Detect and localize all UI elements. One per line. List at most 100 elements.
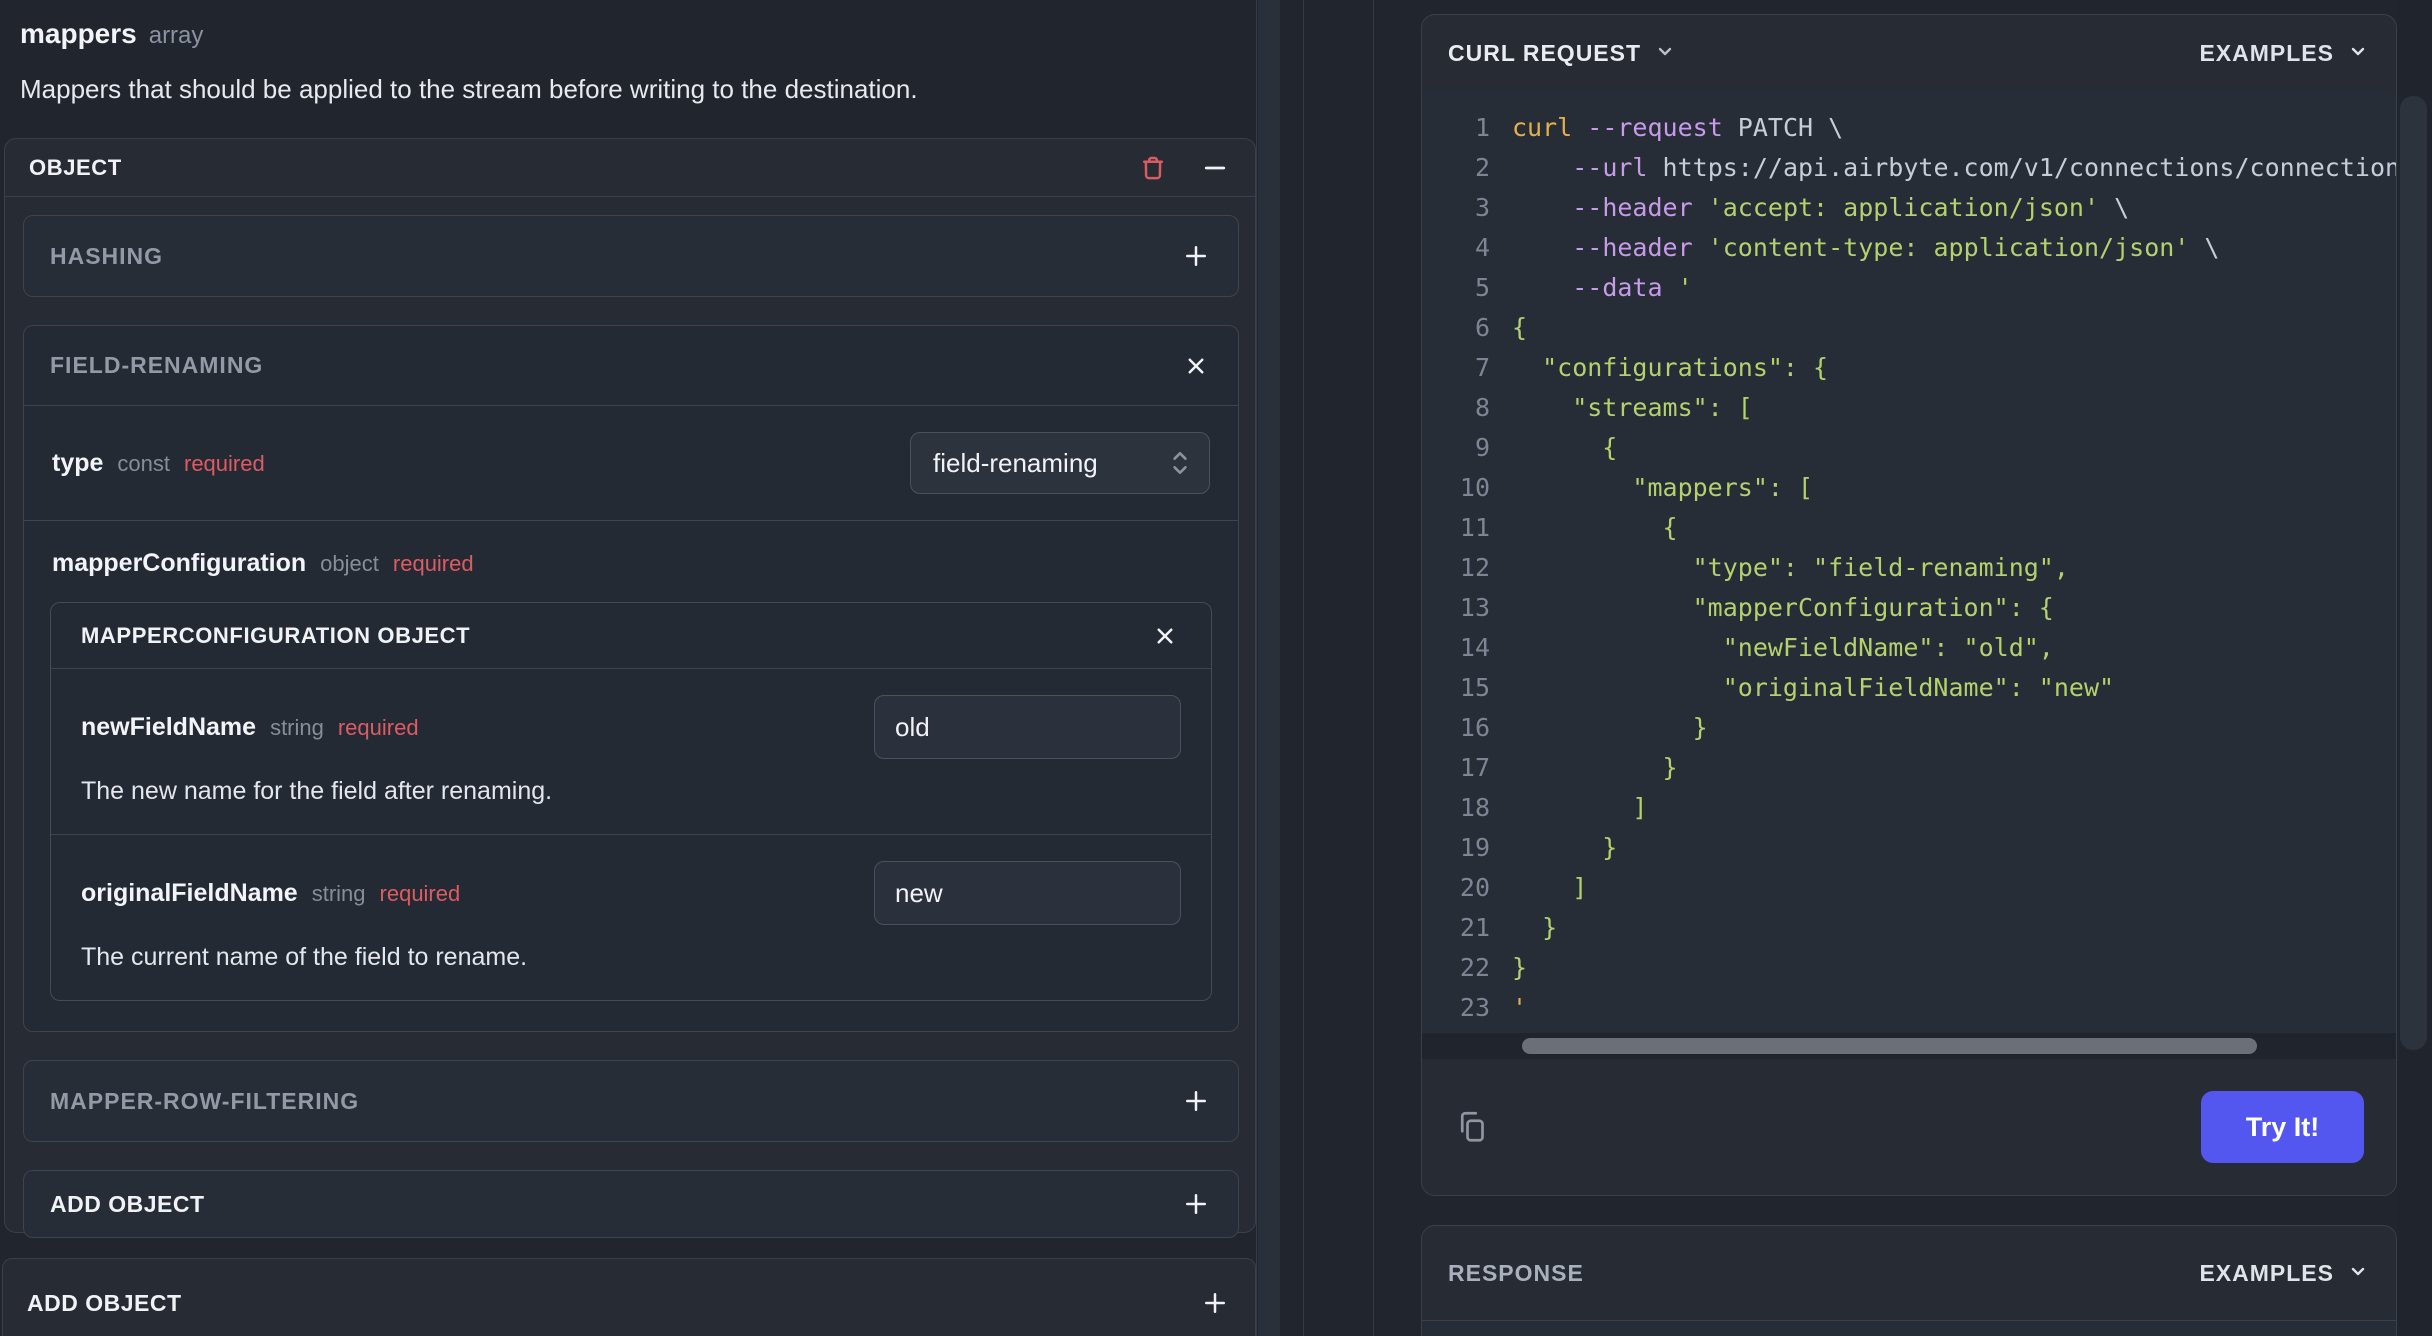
field-title-row: mappers array xyxy=(20,18,203,50)
line-number: 12 xyxy=(1459,552,1490,582)
curl-request-dropdown[interactable]: CURL REQUEST xyxy=(1448,39,1677,68)
field-renaming-section: FIELD-RENAMING type const required field… xyxy=(23,325,1239,1032)
code-line: 12 "type": "field-renaming", xyxy=(1422,547,2396,587)
chevron-down-icon xyxy=(1653,39,1677,68)
plus-icon xyxy=(1186,1194,1206,1214)
object-card-header: OBJECT xyxy=(5,139,1255,197)
type-field-row: type const required field-renaming xyxy=(24,406,1238,521)
code-line: 18 ] xyxy=(1422,787,2396,827)
original-field-name-row: originalFieldName string required The cu… xyxy=(51,834,1211,1000)
plus-icon-wrap xyxy=(1199,1287,1231,1319)
add-object-outer-button[interactable]: ADD OBJECT xyxy=(2,1258,1256,1336)
copy-icon xyxy=(1460,1111,1484,1142)
code-line: 16 } xyxy=(1422,707,2396,747)
line-number: 18 xyxy=(1459,792,1490,822)
field-renaming-label: FIELD-RENAMING xyxy=(50,352,264,378)
add-object-inner-button[interactable]: ADD OBJECT xyxy=(23,1170,1239,1238)
trash-icon xyxy=(1143,156,1163,179)
type-field-kind: const xyxy=(117,450,170,476)
line-number: 7 xyxy=(1474,352,1490,382)
page-scrollbar-thumb[interactable] xyxy=(2400,96,2427,1050)
line-number: 22 xyxy=(1459,952,1490,982)
line-number: 2 xyxy=(1474,152,1490,182)
request-examples-dropdown[interactable]: EXAMPLES xyxy=(2199,39,2370,68)
divider-line xyxy=(1256,0,1257,1336)
add-object-outer-label: ADD OBJECT xyxy=(27,1289,182,1316)
request-examples-label: EXAMPLES xyxy=(2199,39,2334,66)
close-icon xyxy=(1157,628,1173,643)
hashing-section[interactable]: HASHING xyxy=(23,215,1239,297)
new-field-name-row: newFieldName string required The new nam… xyxy=(51,669,1211,834)
curl-code-block[interactable]: 1 curl --request PATCH \ 2 --url https://a… xyxy=(1422,91,2396,1059)
original-field-name-description: The current name of the field to rename. xyxy=(81,943,528,971)
field-renaming-header[interactable]: FIELD-RENAMING xyxy=(24,326,1238,406)
chevron-down-icon xyxy=(2346,39,2370,68)
line-number: 16 xyxy=(1459,712,1490,742)
line-number: 6 xyxy=(1474,312,1490,342)
field-name: mappers xyxy=(20,18,137,49)
field-type-badge: array xyxy=(148,22,204,49)
original-field-name-kind: string xyxy=(311,880,366,906)
new-field-name-kind: string xyxy=(270,714,324,740)
mapper-row-filtering-label: MAPPER-ROW-FILTERING xyxy=(50,1087,360,1114)
type-select[interactable]: field-renaming xyxy=(910,432,1210,494)
code-line: 8 "streams": [ xyxy=(1422,387,2396,427)
mapper-configuration-required: required xyxy=(392,551,474,576)
line-number: 19 xyxy=(1459,832,1490,862)
code-line: 3 --header 'accept: application/json' \ xyxy=(1422,187,2396,227)
type-field-name: type xyxy=(52,448,104,477)
copy-code-button[interactable] xyxy=(1454,1108,1492,1146)
response-examples-dropdown[interactable]: EXAMPLES xyxy=(2199,1259,2370,1288)
code-line: 1 curl --request PATCH \ xyxy=(1422,107,2396,147)
line-number: 11 xyxy=(1459,512,1490,542)
updown-chevrons-icon xyxy=(1173,451,1187,475)
expand-hashing-button[interactable] xyxy=(1180,240,1212,272)
close-mapper-configuration-button[interactable] xyxy=(1149,620,1181,652)
chevron-down-icon xyxy=(2346,1259,2370,1288)
expand-mapper-row-filtering-button[interactable] xyxy=(1180,1085,1212,1117)
close-field-renaming-button[interactable] xyxy=(1180,350,1212,382)
code-line: 5 --data ' xyxy=(1422,267,2396,307)
api-example-panel: CURL REQUEST EXAMPLES 1 curl --request PA… xyxy=(1421,0,2397,1336)
mapper-configuration-kind: object xyxy=(320,551,379,576)
line-number: 8 xyxy=(1474,392,1490,422)
line-number: 21 xyxy=(1459,912,1490,942)
line-number: 4 xyxy=(1474,232,1490,262)
code-line: 15 "originalFieldName": "new" xyxy=(1422,667,2396,707)
code-horizontal-scrollbar-thumb[interactable] xyxy=(1522,1038,2257,1054)
object-card-body: HASHING FIELD-RENAMING type const requir… xyxy=(5,197,1255,1250)
try-it-button[interactable]: Try It! xyxy=(2201,1091,2364,1163)
mapper-row-filtering-section[interactable]: MAPPER-ROW-FILTERING xyxy=(23,1060,1239,1142)
left-panel-scrollbar[interactable] xyxy=(1258,0,1280,1336)
object-card: OBJECT HASHING FIELD-RENAMING type const… xyxy=(4,138,1256,1238)
mapper-configuration-card-title: MAPPERCONFIGURATION OBJECT xyxy=(81,622,471,648)
original-field-name-required: required xyxy=(379,880,461,906)
new-field-name-input[interactable] xyxy=(874,695,1181,759)
divider-line xyxy=(1303,0,1304,1336)
code-line: 23 ' xyxy=(1422,987,2396,1027)
mapper-configuration-label-row: mapperConfiguration object required xyxy=(24,521,1238,602)
line-number: 23 xyxy=(1459,992,1490,1022)
original-field-name-label: originalFieldName xyxy=(81,878,298,907)
code-line: 6{ xyxy=(1422,307,2396,347)
mapper-configuration-card-header: MAPPERCONFIGURATION OBJECT xyxy=(51,603,1211,669)
minus-icon xyxy=(1204,166,1226,169)
field-description: Mappers that should be applied to the st… xyxy=(20,74,918,104)
code-line: 14 "newFieldName": "old", xyxy=(1422,627,2396,667)
line-number: 1 xyxy=(1474,112,1490,142)
code-line: 19 } xyxy=(1422,827,2396,867)
line-number: 13 xyxy=(1459,592,1490,622)
code-horizontal-scrollbar-track xyxy=(1422,1033,2396,1059)
collapse-object-button[interactable] xyxy=(1199,152,1231,184)
type-select-value: field-renaming xyxy=(933,447,1098,478)
close-icon xyxy=(1188,358,1204,373)
curl-request-header: CURL REQUEST EXAMPLES xyxy=(1422,15,2396,91)
code-line: 9 { xyxy=(1422,427,2396,467)
mapper-configuration-name: mapperConfiguration xyxy=(52,549,307,577)
code-lines: 1 curl --request PATCH \ 2 --url https://a… xyxy=(1422,107,2396,1027)
code-line: 10 "mappers": [ xyxy=(1422,467,2396,507)
delete-object-button[interactable] xyxy=(1137,152,1169,184)
response-examples-label: EXAMPLES xyxy=(2199,1259,2334,1286)
original-field-name-input[interactable] xyxy=(874,861,1181,925)
schema-panel: mappers array Mappers that should be app… xyxy=(0,0,1256,1336)
